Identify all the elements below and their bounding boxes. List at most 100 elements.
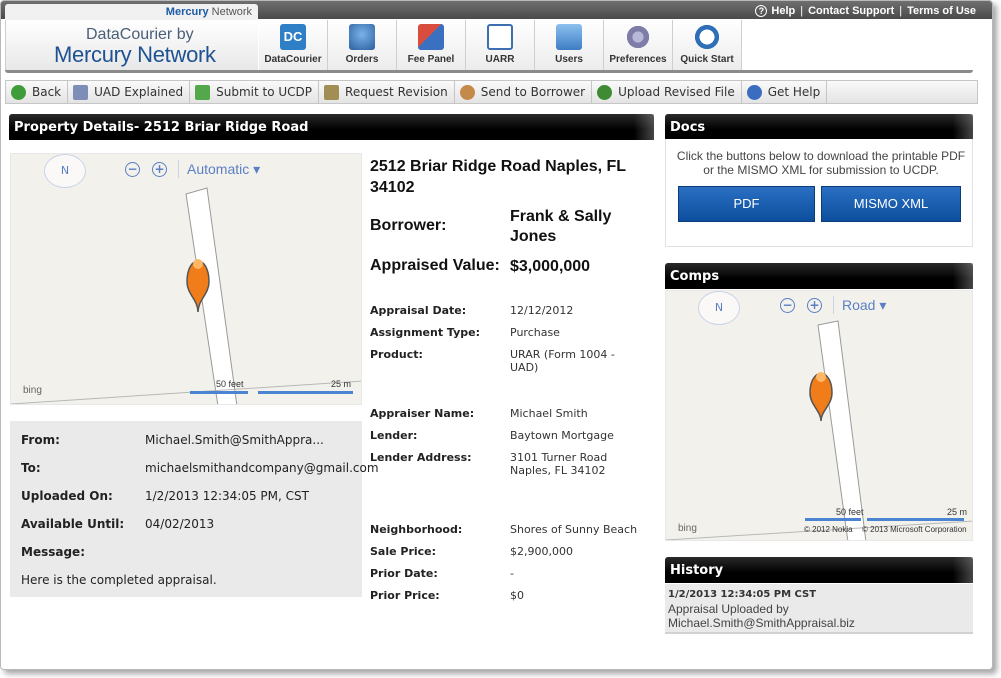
zoom-in-icon[interactable]: + bbox=[807, 298, 822, 313]
logo[interactable]: DataCourier by Mercury Network bbox=[5, 20, 258, 70]
submit-label: Submit to UCDP bbox=[216, 85, 313, 99]
history-entry: Appraisal Uploaded by Michael.Smith@Smit… bbox=[668, 602, 855, 630]
property-details-header: Property Details- 2512 Briar Ridge Road bbox=[9, 114, 654, 140]
nav-datacourier[interactable]: DC DataCourier bbox=[259, 20, 328, 70]
docs-description: Click the buttons below to download the … bbox=[676, 149, 966, 177]
comps-map-roads bbox=[666, 320, 972, 540]
scale-bar-meters bbox=[867, 518, 964, 521]
get-help-button[interactable]: Get Help bbox=[742, 81, 828, 103]
message-label: Message: bbox=[21, 545, 85, 559]
property-map[interactable]: N − + Automatic ▾ bing 50 feet 25 m bbox=[10, 153, 362, 405]
header-bottom-border bbox=[5, 70, 973, 73]
to-label: To: bbox=[21, 461, 41, 475]
scale-bar-feet bbox=[190, 391, 248, 394]
users-icon bbox=[556, 24, 582, 50]
preferences-icon bbox=[625, 24, 651, 50]
history-header: History bbox=[665, 557, 973, 583]
revision-edit-icon bbox=[324, 84, 340, 100]
submit-arrow-icon bbox=[195, 84, 211, 100]
history-panel: 1/2/2013 12:34:05 PM CST Appraisal Uploa… bbox=[665, 584, 973, 634]
link-separator: | bbox=[899, 5, 903, 17]
send-to-borrower-label: Send to Borrower bbox=[480, 85, 586, 99]
uploaded-value: 1/2/2013 12:34:05 PM, CST bbox=[145, 489, 309, 503]
link-separator: | bbox=[800, 5, 804, 17]
prior-date-value: - bbox=[510, 567, 514, 580]
borrower-value: Frank & Sally Jones bbox=[510, 208, 612, 245]
scale-bar-feet bbox=[805, 518, 861, 521]
map-mode-dropdown[interactable]: Automatic ▾ bbox=[187, 161, 260, 178]
sale-price-label: Sale Price: bbox=[370, 545, 437, 558]
map-mode-dropdown[interactable]: Road ▾ bbox=[842, 297, 886, 314]
nav-label: Preferences bbox=[609, 54, 667, 65]
uploaded-row: Uploaded On: 1/2/2013 12:34:05 PM, CST bbox=[21, 489, 309, 503]
available-label: Available Until: bbox=[21, 517, 125, 531]
main-nav: DC DataCourier Orders Fee Panel UARR User… bbox=[259, 20, 742, 70]
upload-arrow-icon bbox=[597, 84, 613, 100]
uarr-icon bbox=[487, 24, 513, 50]
prior-date-label: Prior Date: bbox=[370, 567, 438, 580]
nav-fee-panel[interactable]: Fee Panel bbox=[397, 20, 466, 70]
neighborhood-value: Shores of Sunny Beach bbox=[510, 523, 638, 536]
orders-icon bbox=[349, 24, 375, 50]
bing-logo: bing bbox=[678, 523, 697, 534]
uad-explained-button[interactable]: UAD Explained bbox=[68, 81, 191, 103]
nav-label: Fee Panel bbox=[407, 54, 455, 65]
compass-icon[interactable]: N bbox=[698, 291, 740, 325]
nav-preferences[interactable]: Preferences bbox=[604, 20, 673, 70]
scale-meters-label: 25 m bbox=[947, 507, 968, 517]
map-roads bbox=[11, 187, 361, 404]
to-value: michaelsmithandcompany@gmail.com bbox=[145, 461, 379, 475]
upload-label: Upload Revised File bbox=[618, 85, 735, 99]
request-revision-label: Request Revision bbox=[345, 85, 448, 99]
zoom-out-icon[interactable]: − bbox=[125, 162, 140, 177]
mismo-xml-button[interactable]: MISMO XML bbox=[821, 186, 961, 222]
contact-support-link[interactable]: Contact Support bbox=[808, 5, 894, 17]
lender-address-value: 3101 Turner Road Naples, FL 34102 bbox=[510, 451, 608, 477]
back-button[interactable]: Back bbox=[6, 81, 69, 103]
prior-price-value: $0 bbox=[510, 589, 524, 602]
comps-map[interactable]: N − + Road ▾ bing 50 feet 25 m © 2012 No… bbox=[665, 290, 973, 541]
map-control-divider bbox=[833, 296, 834, 314]
appraiser-name-value: Michael Smith bbox=[510, 407, 588, 420]
help-link[interactable]: Help bbox=[771, 5, 795, 17]
submit-to-ucdp-button[interactable]: Submit to UCDP bbox=[190, 81, 320, 103]
zoom-in-icon[interactable]: + bbox=[152, 162, 167, 177]
help-circle-icon: ? bbox=[755, 5, 768, 17]
send-to-borrower-button[interactable]: Send to Borrower bbox=[455, 81, 593, 103]
person-icon bbox=[459, 84, 475, 100]
request-revision-button[interactable]: Request Revision bbox=[319, 81, 455, 103]
action-toolbar: Back UAD Explained Submit to UCDP Reques… bbox=[5, 80, 978, 104]
compass-icon[interactable]: N bbox=[44, 154, 86, 188]
available-row: Available Until: 04/02/2013 bbox=[21, 517, 214, 531]
available-value: 04/02/2013 bbox=[145, 517, 215, 531]
quick-start-icon bbox=[694, 24, 720, 50]
from-row: From: Michael.Smith@SmithAppra... bbox=[21, 433, 324, 447]
docs-header: Docs bbox=[665, 114, 973, 140]
get-help-label: Get Help bbox=[767, 85, 821, 99]
upload-revised-file-button[interactable]: Upload Revised File bbox=[592, 81, 742, 103]
scale-bar-meters bbox=[258, 391, 353, 394]
brand-tab-bold: Mercury bbox=[165, 6, 209, 18]
upload-info-panel: From: Michael.Smith@SmithAppra... To: mich… bbox=[10, 421, 379, 597]
nav-uarr[interactable]: UARR bbox=[466, 20, 535, 70]
bing-logo: bing bbox=[23, 385, 42, 396]
nav-users[interactable]: Users bbox=[535, 20, 604, 70]
docs-panel: Click the buttons below to download the … bbox=[665, 139, 973, 247]
from-value: Michael.Smith@SmithAppra... bbox=[145, 433, 324, 447]
nav-label: Quick Start bbox=[680, 54, 734, 65]
uad-explained-label: UAD Explained bbox=[94, 85, 184, 99]
map-control-divider bbox=[178, 160, 179, 178]
product-value: URAR (Form 1004 - UAD) bbox=[510, 348, 615, 374]
zoom-out-icon[interactable]: − bbox=[780, 298, 795, 313]
from-label: From: bbox=[21, 433, 60, 447]
terms-of-use-link[interactable]: Terms of Use bbox=[907, 5, 976, 17]
nav-label: Orders bbox=[345, 54, 379, 65]
mercury-network-tab[interactable]: Mercury Network bbox=[5, 4, 258, 20]
nav-label: UARR bbox=[485, 54, 515, 65]
nav-quick-start[interactable]: Quick Start bbox=[673, 20, 742, 70]
scale-meters-label: 25 m bbox=[331, 379, 352, 389]
nav-label: Users bbox=[555, 54, 583, 65]
pdf-button[interactable]: PDF bbox=[678, 186, 815, 222]
nav-orders[interactable]: Orders bbox=[328, 20, 397, 70]
fee-panel-icon bbox=[418, 24, 444, 50]
